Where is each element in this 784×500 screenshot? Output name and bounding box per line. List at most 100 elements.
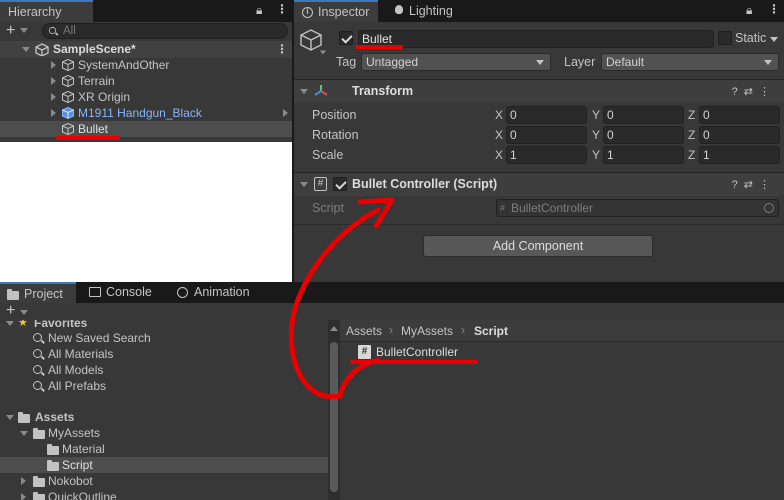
expand-arrow-icon[interactable] [21,477,26,485]
rotation-x-field[interactable]: 0 [506,126,587,144]
folder-quickoutline[interactable]: QuickOutline [0,489,328,500]
component-divider [294,224,784,225]
favorite-label: All Models [48,363,104,377]
annotation-underline-asset [350,360,478,364]
folder-tree-scrollbar[interactable] [328,320,340,500]
gameobject-large-cube-icon [300,29,322,51]
tab-project[interactable]: Project [0,282,76,303]
scale-y-field[interactable]: 1 [603,146,684,164]
static-dropdown-icon[interactable] [770,37,778,42]
collapse-arrow-icon[interactable] [300,182,308,187]
hierarchy-item-systemandother[interactable]: SystemAndOther [0,57,292,73]
expand-arrow-icon[interactable] [51,77,56,85]
bullet-controller-header[interactable]: # Bullet Controller (Script) ?⇄⋮ [294,172,784,196]
object-picker-icon[interactable] [764,203,774,213]
inspector-lock-icon[interactable]: 🔒︎ [746,3,752,18]
animation-tab-label: Animation [194,285,250,299]
hierarchy-item-label: M1911 Handgun_Black [78,106,202,120]
expand-arrow-icon[interactable] [6,321,14,326]
component-enabled-checkbox[interactable] [333,177,347,191]
create-asset-icon[interactable]: + [6,302,15,320]
favorite-item[interactable]: All Materials [0,346,328,362]
hierarchy-item-m1911[interactable]: M1911 Handgun_Black [0,105,292,121]
expand-arrow-icon[interactable] [22,47,30,52]
tab-lighting[interactable]: Lighting [385,0,475,22]
breadcrumb-assets[interactable]: Assets [346,324,382,338]
favorite-item[interactable]: All Prefabs [0,378,328,394]
folder-myassets[interactable]: MyAssets [0,425,328,441]
transform-header[interactable]: Transform ?⇄⋮ [294,79,784,103]
transform-title: Transform [352,84,414,98]
position-y-field[interactable]: 0 [603,106,684,124]
rotation-y-field[interactable]: 0 [603,126,684,144]
axis-z-label: Z [688,128,696,142]
prefab-open-arrow-icon[interactable] [283,109,288,117]
gameobject-cube-icon [62,123,74,135]
hierarchy-search-input[interactable]: All [42,23,288,39]
tab-animation[interactable]: Animation [170,282,260,303]
folder-script[interactable]: Script [0,457,328,473]
expand-arrow-icon[interactable] [51,109,56,117]
tab-inspector[interactable]: i Inspector [294,0,378,22]
tab-hierarchy[interactable]: Hierarchy [0,0,93,22]
component-header-icons[interactable]: ?⇄⋮ [732,85,776,98]
folder-icon [7,289,19,300]
favorite-item[interactable]: New Saved Search [0,330,328,346]
hierarchy-item-terrain[interactable]: Terrain [0,73,292,89]
hierarchy-item-bullet[interactable]: Bullet [0,121,292,137]
scrollbar-thumb[interactable] [330,342,338,492]
collapse-arrow-icon[interactable] [300,89,308,94]
scale-z-field[interactable]: 1 [699,146,780,164]
expand-arrow-icon[interactable] [20,431,28,436]
tab-console[interactable]: Console [82,282,162,303]
lightbulb-icon [395,5,403,14]
position-z-field[interactable]: 0 [699,106,780,124]
layer-dropdown[interactable]: Default [601,53,779,71]
breadcrumb-script[interactable]: Script [474,324,508,338]
scale-x-field[interactable]: 1 [506,146,587,164]
more-options-icon[interactable]: ⋮ [276,2,288,16]
add-object-icon[interactable]: + [6,22,15,40]
tag-dropdown[interactable]: Untagged [361,53,551,71]
scene-more-icon[interactable]: ⋮ [276,41,288,57]
expand-arrow-icon[interactable] [51,61,56,69]
hierarchy-item-label: XR Origin [78,90,131,104]
position-x-field[interactable]: 0 [506,106,587,124]
script-component-title: Bullet Controller (Script) [352,177,498,191]
position-x-value: 0 [510,108,517,122]
expand-arrow-icon[interactable] [21,493,26,500]
rotation-label: Rotation [312,128,359,142]
icon-dropdown-arrow-icon[interactable] [319,50,327,55]
lock-icon[interactable]: 🔒︎ [256,3,262,18]
hierarchy-item-label: Terrain [78,74,115,88]
favorite-item[interactable]: All Models [0,362,328,378]
inspector-more-icon[interactable]: ⋮ [768,2,780,16]
script-object-field[interactable]: # BulletController [496,199,779,217]
rotation-z-field[interactable]: 0 [699,126,780,144]
expand-arrow-icon[interactable] [6,415,14,420]
assets-row[interactable]: Assets [0,409,328,425]
scroll-up-icon[interactable] [330,326,338,331]
script-file-icon: # [500,203,506,213]
create-dropdown-icon[interactable] [20,310,28,315]
folder-icon [47,460,59,471]
static-checkbox[interactable] [718,31,732,45]
breadcrumb-myassets[interactable]: MyAssets [401,324,453,338]
add-dropdown-arrow-icon[interactable] [20,28,28,33]
active-checkbox[interactable] [339,31,353,45]
folder-material[interactable]: Material [0,441,328,457]
layer-label: Layer [564,55,596,69]
component-header-icons[interactable]: ?⇄⋮ [732,178,776,191]
hierarchy-item-xr-origin[interactable]: XR Origin [0,89,292,105]
search-icon [48,26,57,35]
static-label: Static [735,31,767,45]
object-name-field[interactable]: Bullet [358,30,714,48]
folder-label: Nokobot [48,474,93,488]
folder-nokobot[interactable]: Nokobot [0,473,328,489]
hierarchy-tab-label: Hierarchy [8,5,62,19]
asset-bulletcontroller[interactable]: # BulletController [356,344,496,360]
expand-arrow-icon[interactable] [51,93,56,101]
add-component-button[interactable]: Add Component [423,235,653,257]
hierarchy-item-label: SystemAndOther [78,58,170,72]
scene-row[interactable]: SampleScene* ⋮ [0,41,292,58]
